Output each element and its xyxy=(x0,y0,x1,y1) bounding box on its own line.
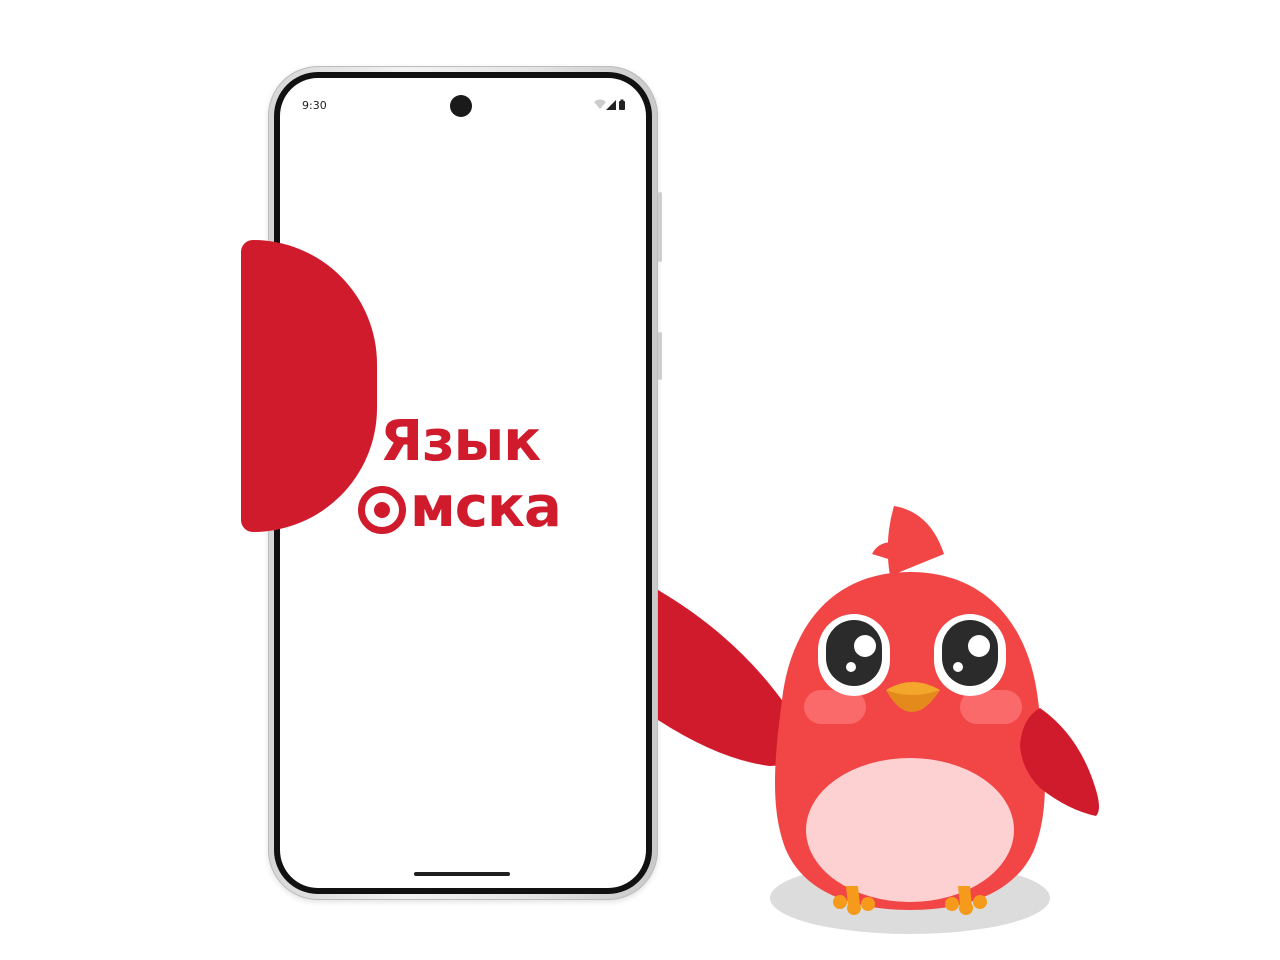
bird-crest xyxy=(887,506,944,576)
bird-eye-right xyxy=(942,620,998,686)
bird-eye-right-shine xyxy=(968,635,990,657)
logo-line-2: мска xyxy=(358,475,562,540)
status-icons xyxy=(592,97,628,111)
power-button xyxy=(658,332,662,380)
bird-crest-small xyxy=(872,542,902,562)
front-camera-icon xyxy=(450,95,472,117)
logo-line-1: Язык xyxy=(380,409,541,474)
cellular-signal-icon xyxy=(606,100,616,110)
bird-mascot-icon xyxy=(658,506,1099,934)
bird-eye-left xyxy=(826,620,882,686)
bird-eye-left-shine-small xyxy=(846,662,856,672)
status-time: 9:30 xyxy=(302,99,327,112)
bird-belly xyxy=(806,758,1014,902)
app-logo: Язык мска xyxy=(358,409,640,536)
volume-button xyxy=(658,192,662,262)
target-o-icon xyxy=(358,486,406,534)
battery-icon xyxy=(619,99,625,110)
logo-line-2-text: мска xyxy=(410,475,562,540)
home-indicator[interactable] xyxy=(414,872,510,876)
wifi-icon xyxy=(594,99,606,109)
bird-eye-right-shine-small xyxy=(953,662,963,672)
bird-eye-left-shine xyxy=(854,635,876,657)
